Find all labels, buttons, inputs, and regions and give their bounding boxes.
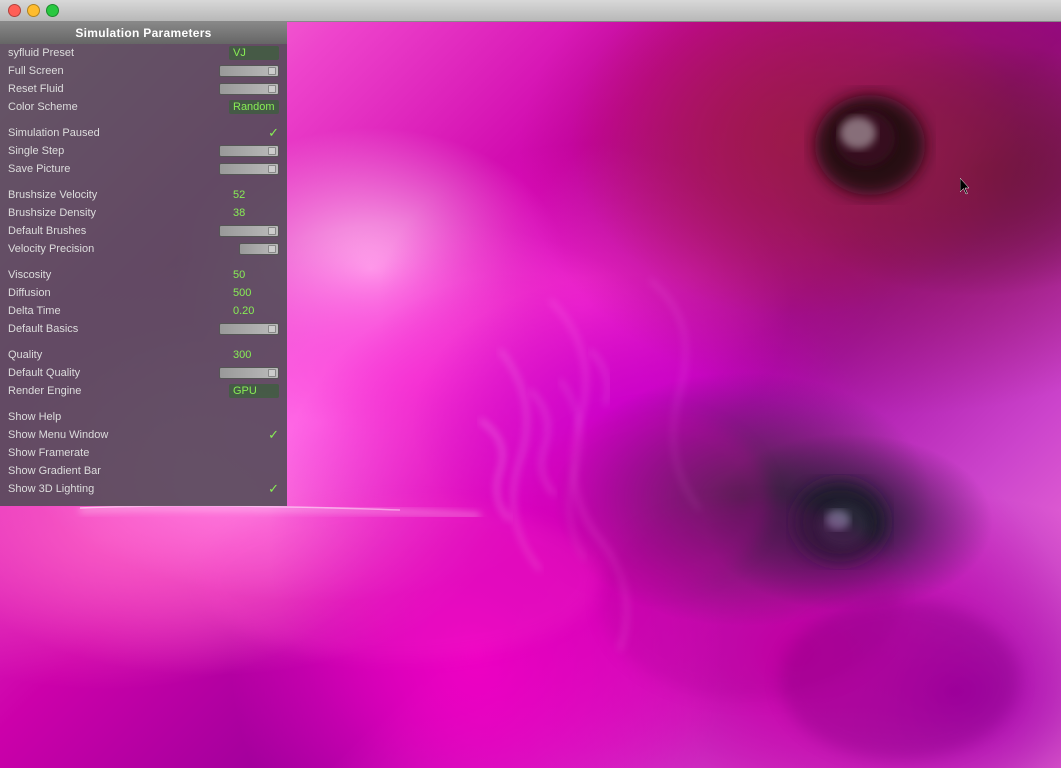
show-framerate-row: Show Framerate — [0, 444, 287, 462]
gap2 — [0, 178, 287, 186]
preset-row: syfluid Preset VJ — [0, 44, 287, 62]
default-quality-label: Default Quality — [8, 367, 219, 379]
single-step-row: Single Step — [0, 142, 287, 160]
viscosity-row: Viscosity 50 — [0, 266, 287, 284]
brushsize-den-value: 38 — [229, 207, 279, 219]
diffusion-label: Diffusion — [8, 287, 229, 299]
single-step-label: Single Step — [8, 145, 219, 157]
vel-precision-row: Velocity Precision — [0, 240, 287, 258]
default-basics-label: Default Basics — [8, 323, 219, 335]
save-picture-label: Save Picture — [8, 163, 219, 175]
diffusion-value: 500 — [229, 287, 279, 299]
sim-paused-row: Simulation Paused ✓ — [0, 124, 287, 142]
fullscreen-label: Full Screen — [8, 65, 219, 77]
color-scheme-value[interactable]: Random — [229, 100, 279, 114]
preset-label: syfluid Preset — [8, 47, 229, 59]
brushsize-den-row: Brushsize Density 38 — [0, 204, 287, 222]
delta-time-value: 0.20 — [229, 305, 279, 317]
render-engine-value[interactable]: GPU — [229, 384, 279, 398]
viscosity-value: 50 — [229, 269, 279, 281]
brushsize-vel-row: Brushsize Velocity 52 — [0, 186, 287, 204]
show-menu-check[interactable]: ✓ — [268, 427, 279, 443]
sim-paused-label: Simulation Paused — [8, 127, 268, 139]
reset-fluid-slider[interactable] — [219, 83, 279, 95]
window-controls[interactable] — [8, 4, 59, 17]
default-quality-slider[interactable] — [219, 367, 279, 379]
maximize-button[interactable] — [46, 4, 59, 17]
render-engine-label: Render Engine — [8, 385, 229, 397]
fullscreen-slider[interactable] — [219, 65, 279, 77]
default-quality-row: Default Quality — [0, 364, 287, 382]
gap1 — [0, 116, 287, 124]
quality-row: Quality 300 — [0, 346, 287, 364]
gap3 — [0, 258, 287, 266]
single-step-slider[interactable] — [219, 145, 279, 157]
vel-precision-label: Velocity Precision — [8, 243, 239, 255]
default-brushes-label: Default Brushes — [8, 225, 219, 237]
render-engine-row: Render Engine GPU — [0, 382, 287, 400]
title-bar — [0, 0, 1061, 22]
show-help-row: Show Help — [0, 408, 287, 426]
sim-paused-check[interactable]: ✓ — [268, 125, 279, 141]
brushsize-vel-value: 52 — [229, 189, 279, 201]
simulation-panel: Simulation Parameters syfluid Preset VJ … — [0, 22, 287, 506]
show-gradient-row: Show Gradient Bar — [0, 462, 287, 480]
default-brushes-row: Default Brushes — [0, 222, 287, 240]
show-3d-lighting-label: Show 3D Lighting — [8, 483, 268, 495]
diffusion-row: Diffusion 500 — [0, 284, 287, 302]
quality-value: 300 — [229, 349, 279, 361]
delta-time-row: Delta Time 0.20 — [0, 302, 287, 320]
gap5 — [0, 400, 287, 408]
show-3d-lighting-row: Show 3D Lighting ✓ — [0, 480, 287, 498]
save-picture-row: Save Picture — [0, 160, 287, 178]
brushsize-vel-label: Brushsize Velocity — [8, 189, 229, 201]
show-menu-label: Show Menu Window — [8, 429, 268, 441]
vel-precision-slider[interactable] — [239, 243, 279, 255]
quality-label: Quality — [8, 349, 229, 361]
default-basics-slider[interactable] — [219, 323, 279, 335]
reset-fluid-row: Reset Fluid — [0, 80, 287, 98]
show-3d-lighting-check[interactable]: ✓ — [268, 481, 279, 497]
panel-title: Simulation Parameters — [0, 22, 287, 44]
close-button[interactable] — [8, 4, 21, 17]
default-basics-row: Default Basics — [0, 320, 287, 338]
show-gradient-label: Show Gradient Bar — [8, 465, 279, 477]
minimize-button[interactable] — [27, 4, 40, 17]
preset-value[interactable]: VJ — [229, 46, 279, 60]
gap4 — [0, 338, 287, 346]
show-framerate-label: Show Framerate — [8, 447, 279, 459]
color-scheme-label: Color Scheme — [8, 101, 229, 113]
save-picture-slider[interactable] — [219, 163, 279, 175]
fullscreen-row: Full Screen — [0, 62, 287, 80]
viscosity-label: Viscosity — [8, 269, 229, 281]
delta-time-label: Delta Time — [8, 305, 229, 317]
color-scheme-row: Color Scheme Random — [0, 98, 287, 116]
brushsize-den-label: Brushsize Density — [8, 207, 229, 219]
reset-fluid-label: Reset Fluid — [8, 83, 219, 95]
default-brushes-slider[interactable] — [219, 225, 279, 237]
show-menu-row: Show Menu Window ✓ — [0, 426, 287, 444]
show-help-label: Show Help — [8, 411, 279, 423]
